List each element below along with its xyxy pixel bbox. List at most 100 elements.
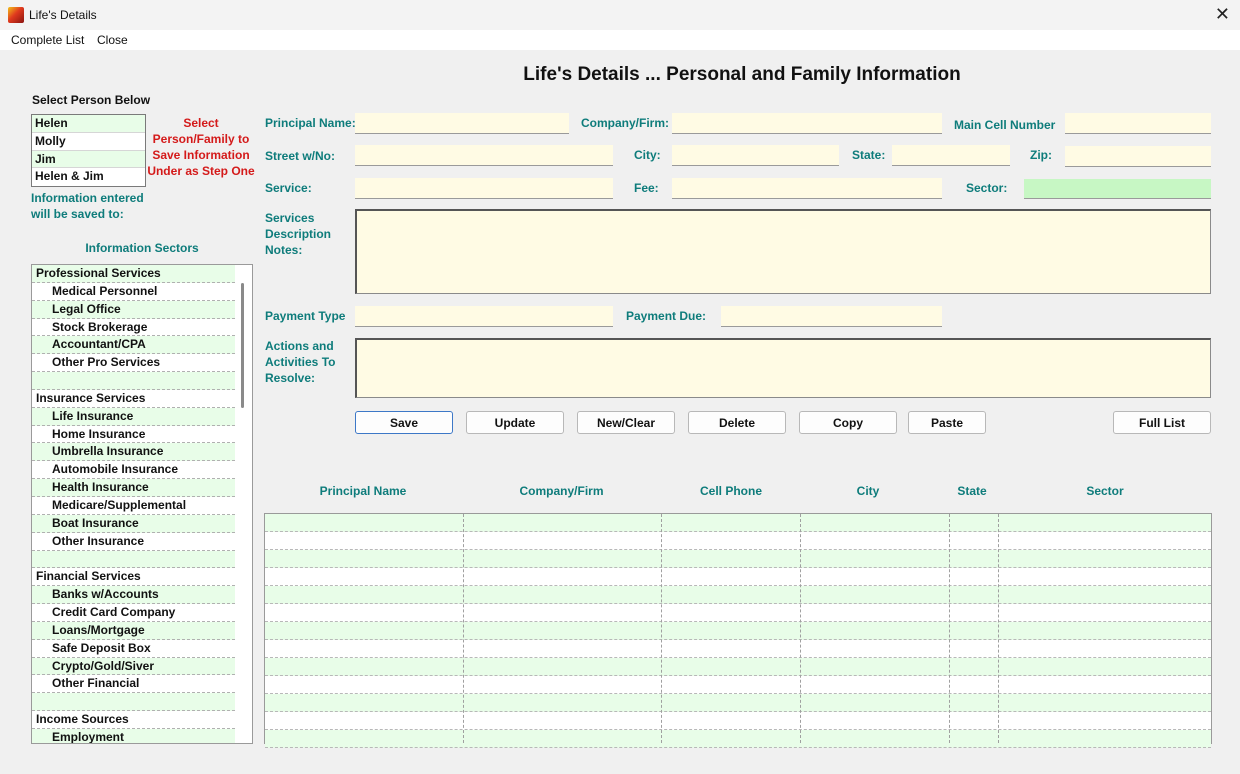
fee-input[interactable]: [672, 178, 942, 199]
sector-input[interactable]: [1024, 179, 1211, 199]
zip-label: Zip:: [1030, 148, 1052, 162]
person-item-jim[interactable]: Jim: [32, 150, 145, 169]
column-header-principal-name[interactable]: Principal Name: [264, 484, 462, 498]
instruction-line: Person/Family to: [152, 132, 250, 146]
person-item-molly[interactable]: Molly: [32, 132, 145, 151]
table-row[interactable]: [265, 730, 1211, 748]
table-row[interactable]: [265, 514, 1211, 532]
actions-activities-textarea[interactable]: [355, 338, 1211, 398]
sector-item-other-financial[interactable]: Other Financial: [32, 675, 235, 694]
sector-list-items: Professional Services Medical Personnel Le…: [32, 265, 235, 743]
sector-list[interactable]: Professional Services Medical Personnel Le…: [31, 264, 253, 744]
fee-label: Fee:: [634, 181, 659, 195]
table-row[interactable]: [265, 622, 1211, 640]
city-input[interactable]: [672, 145, 839, 166]
sector-item-other-pro-services[interactable]: Other Pro Services: [32, 354, 235, 373]
column-divider: [800, 514, 801, 743]
service-input[interactable]: [355, 178, 613, 199]
principal-name-input[interactable]: [355, 113, 569, 134]
save-button[interactable]: Save: [355, 411, 453, 434]
person-list: Helen Molly Jim Helen & Jim: [31, 114, 146, 187]
instruction-line: Select: [183, 116, 219, 130]
column-divider: [463, 514, 464, 743]
sector-item-medical-personnel[interactable]: Medical Personnel: [32, 282, 235, 301]
saved-to-label: Information entered will be saved to:: [31, 190, 144, 222]
delete-button[interactable]: Delete: [688, 411, 786, 434]
street-label: Street w/No:: [265, 149, 336, 163]
sector-item-medicare-supplemental[interactable]: Medicare/Supplemental: [32, 496, 235, 515]
company-firm-input[interactable]: [672, 113, 942, 134]
sector-item-accountant-cpa[interactable]: Accountant/CPA: [32, 336, 235, 355]
table-row[interactable]: [265, 658, 1211, 676]
sector-item-stock-brokerage[interactable]: Stock Brokerage: [32, 318, 235, 337]
new-clear-button[interactable]: New/Clear: [577, 411, 675, 434]
close-icon[interactable]: ✕: [1215, 4, 1230, 25]
zip-input[interactable]: [1065, 146, 1211, 167]
sector-item-employment[interactable]: Employment: [32, 728, 235, 743]
payment-type-input[interactable]: [355, 306, 613, 327]
actions-line: Activities To: [265, 355, 336, 369]
sector-item-credit-card-company[interactable]: Credit Card Company: [32, 604, 235, 622]
sector-item-crypto-gold-siver[interactable]: Crypto/Gold/Siver: [32, 657, 235, 676]
table-row[interactable]: [265, 712, 1211, 730]
menu-close[interactable]: Close: [97, 33, 128, 47]
main-cell-number-input[interactable]: [1065, 113, 1211, 134]
sector-list-scrollbar[interactable]: [241, 283, 244, 408]
service-label: Service:: [265, 181, 312, 195]
information-sectors-heading: Information Sectors: [85, 241, 199, 255]
table-row[interactable]: [265, 604, 1211, 622]
services-description-textarea[interactable]: [355, 209, 1211, 294]
sector-item-insurance-services[interactable]: Insurance Services: [32, 389, 235, 408]
actions-line: Actions and: [265, 339, 334, 353]
instruction-line: Save Information: [152, 148, 250, 162]
table-row[interactable]: [265, 586, 1211, 604]
sector-item-safe-deposit-box[interactable]: Safe Deposit Box: [32, 639, 235, 658]
window-title: Life's Details: [29, 8, 97, 22]
sector-item-financial-services[interactable]: Financial Services: [32, 568, 235, 587]
payment-due-input[interactable]: [721, 306, 942, 327]
select-person-heading: Select Person Below: [32, 93, 151, 107]
sector-item-health-insurance[interactable]: Health Insurance: [32, 479, 235, 497]
sector-item-loans-mortgage[interactable]: Loans/Mortgage: [32, 621, 235, 640]
table-row[interactable]: [265, 532, 1211, 550]
sector-item-professional-services[interactable]: Professional Services: [32, 265, 235, 283]
records-table[interactable]: [264, 513, 1212, 748]
paste-button[interactable]: Paste: [908, 411, 986, 434]
person-item-helen[interactable]: Helen: [32, 115, 145, 133]
services-description-line: Notes:: [265, 243, 303, 257]
column-divider: [949, 514, 950, 743]
sector-item-boat-insurance[interactable]: Boat Insurance: [32, 514, 235, 533]
sector-item-legal-office[interactable]: Legal Office: [32, 300, 235, 319]
actions-line: Resolve:: [265, 371, 316, 385]
street-input[interactable]: [355, 145, 613, 166]
column-divider: [661, 514, 662, 743]
principal-name-label: Principal Name:: [265, 116, 356, 130]
table-row[interactable]: [265, 568, 1211, 586]
saved-to-line: will be saved to:: [31, 207, 124, 221]
column-header-city[interactable]: City: [801, 484, 935, 498]
table-row[interactable]: [265, 676, 1211, 694]
column-header-cell-phone[interactable]: Cell Phone: [661, 484, 801, 498]
person-item-helen-and-jim[interactable]: Helen & Jim: [32, 168, 145, 186]
sector-item-automobile-insurance[interactable]: Automobile Insurance: [32, 461, 235, 480]
table-row[interactable]: [265, 694, 1211, 712]
sector-spacer: [32, 372, 235, 390]
page-title: Life's Details ... Personal and Family I…: [523, 64, 961, 85]
update-button[interactable]: Update: [466, 411, 564, 434]
table-row[interactable]: [265, 640, 1211, 658]
sector-spacer: [32, 550, 235, 569]
sector-item-other-insurance[interactable]: Other Insurance: [32, 532, 235, 551]
sector-item-income-sources[interactable]: Income Sources: [32, 711, 235, 729]
column-header-sector[interactable]: Sector: [998, 484, 1212, 498]
full-list-button[interactable]: Full List: [1113, 411, 1211, 434]
menu-complete-list[interactable]: Complete List: [11, 33, 84, 47]
sector-item-life-insurance[interactable]: Life Insurance: [32, 407, 235, 426]
sector-item-banks-w-accounts[interactable]: Banks w/Accounts: [32, 586, 235, 605]
state-input[interactable]: [892, 145, 1010, 166]
column-header-company-firm[interactable]: Company/Firm: [462, 484, 661, 498]
copy-button[interactable]: Copy: [799, 411, 897, 434]
sector-item-home-insurance[interactable]: Home Insurance: [32, 425, 235, 444]
table-row[interactable]: [265, 550, 1211, 568]
sector-item-umbrella-insurance[interactable]: Umbrella Insurance: [32, 443, 235, 462]
main-cell-number-label: Main Cell Number: [954, 118, 1056, 132]
